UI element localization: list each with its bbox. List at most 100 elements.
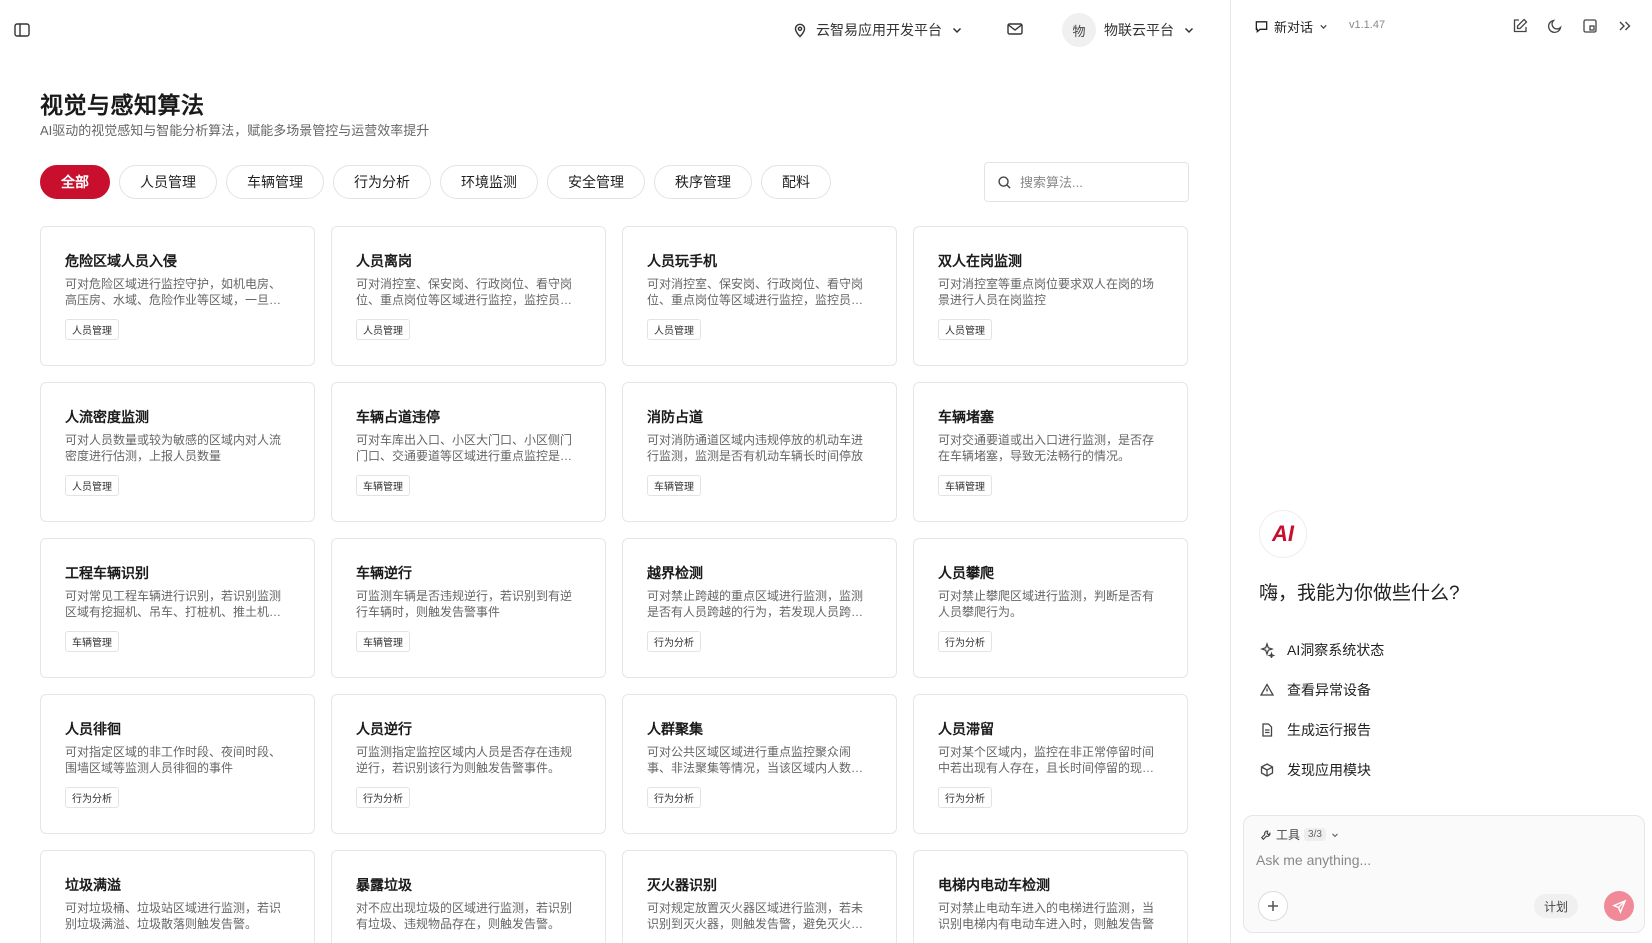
algorithm-card-title: 人流密度监测 xyxy=(65,409,149,425)
moon-icon[interactable] xyxy=(1546,17,1564,35)
account-menu[interactable]: 物 物联云平台 xyxy=(1062,13,1196,47)
category-tag: 行为分析 xyxy=(356,787,410,808)
tools-label: 工具 xyxy=(1276,828,1301,842)
suggestion-item[interactable]: 查看异常设备 xyxy=(1259,670,1384,710)
algorithm-card-title: 人员离岗 xyxy=(356,253,412,269)
algorithm-card[interactable]: 灭火器识别 可对规定放置灭火器区域进行监测，若未识别到灭火器，则触发告警，避免灭火… xyxy=(622,850,897,943)
suggestion-item[interactable]: 发现应用模块 xyxy=(1259,750,1384,790)
algorithm-card[interactable]: 暴露垃圾对不应出现垃圾的区域进行监测，若识别有垃圾、违规物品存在，则触发告警。环… xyxy=(331,850,606,943)
wrench-icon xyxy=(1260,830,1271,840)
collapse-panel-icon[interactable] xyxy=(1616,17,1634,35)
algorithm-card-description: 可监测指定监控区域内人员是否存在违规逆行，若识别该行为则触发告警事件。 xyxy=(356,745,573,775)
algorithm-card-title: 越界检测 xyxy=(647,565,703,581)
algorithm-card[interactable]: 人员玩手机 可对消控室、保安岗、行政岗位、看守岗位、重点岗位等区域进行监控，监控员… xyxy=(622,226,897,366)
algorithm-card[interactable]: 人员逆行可监测指定监控区域内人员是否存在违规逆行，若识别该行为则触发告警事件。行… xyxy=(331,694,606,834)
filter-chip[interactable]: 安全管理 xyxy=(547,165,645,199)
algorithm-card[interactable]: 电梯内电动车检测 可对禁止电动车进入的电梯进行监测，当识别电梯内有电动车进入时，则… xyxy=(913,850,1188,943)
algorithm-card-title: 双人在岗监测 xyxy=(938,253,1022,269)
plan-button[interactable]: 计划 xyxy=(1534,894,1579,918)
filter-chip[interactable]: 秩序管理 xyxy=(654,165,752,199)
algorithm-card[interactable]: 消防占道 可对消防通道区域内违规停放的机动车进行监测，监测是否有机动车辆长时间停放… xyxy=(622,382,897,522)
algorithm-card-description: 可对常见工程车辆进行识别，若识别监测区域有挖掘机、吊车、打桩机、推土机等工程车辆… xyxy=(65,589,282,619)
chevron-down-icon xyxy=(1184,27,1194,34)
suggestion-label: 生成运行报告 xyxy=(1287,722,1371,738)
filter-chip-all[interactable]: 全部 xyxy=(40,165,110,199)
send-button[interactable] xyxy=(1604,891,1634,921)
algorithm-card-title: 暴露垃圾 xyxy=(356,877,412,893)
category-tag: 行为分析 xyxy=(938,787,992,808)
suggestion-list: AI洞察系统状态 查看异常设备 生成运行报告 发现应用模块 xyxy=(1259,630,1384,790)
platform-name: 云智易应用开发平台 xyxy=(816,22,942,38)
chevron-down-icon xyxy=(1320,24,1327,29)
algorithm-card[interactable]: 人群聚集可对公共区域区域进行重点监控聚众闹事、非法聚集等情况，当该区域内人数超过… xyxy=(622,694,897,834)
algorithm-card-description: 可对车库出入口、小区大门口、小区侧门门口、交通要道等区域进行重点监控是否有车辆违… xyxy=(356,433,573,463)
filter-chip[interactable]: 行为分析 xyxy=(333,165,431,199)
chevron-down-icon xyxy=(1332,833,1338,837)
filter-chip[interactable]: 配料 xyxy=(761,165,831,199)
tools-dropdown[interactable]: 工具 3/3 xyxy=(1260,826,1340,843)
algorithm-card[interactable]: 人流密度监测可对人员数量或较为敏感的区域内对人流密度进行估测，上报人员数量人员管… xyxy=(40,382,315,522)
algorithm-card-title: 垃圾满溢 xyxy=(65,877,121,893)
app-root: 云智易应用开发平台 物 物联云平台 视觉与感知算法 AI驱动的视觉感知与智能分析… xyxy=(0,0,1652,943)
algorithm-card-description: 可监测车辆是否违规逆行，若识别到有逆行车辆时，则触发告警事件 xyxy=(356,589,573,619)
algorithm-card-description: 可对禁止攀爬区域进行监测，判断是否有人员攀爬行为。 xyxy=(938,589,1155,619)
filter-chip[interactable]: 环境监测 xyxy=(440,165,538,199)
category-tag: 人员管理 xyxy=(65,475,119,496)
category-tag: 行为分析 xyxy=(65,787,119,808)
algorithm-card-description: 可对人员数量或较为敏感的区域内对人流密度进行估测，上报人员数量 xyxy=(65,433,282,463)
algorithm-card[interactable]: 人员攀爬 可对禁止攀爬区域进行监测，判断是否有人员攀爬行为。 行为分析 xyxy=(913,538,1188,678)
category-tag: 人员管理 xyxy=(647,319,701,340)
algorithm-card[interactable]: 双人在岗监测 可对消控室等重点岗位要求双人在岗的场景进行人员在岗监控 人员管理 xyxy=(913,226,1188,366)
algorithm-card[interactable]: 越界检测可对禁止跨越的重点区域进行监测，监测是否有人员跨越的行为，若发现人员跨越… xyxy=(622,538,897,678)
algorithm-card-description: 可对禁止跨越的重点区域进行监测，监测是否有人员跨越的行为，若发现人员跨越则触发告… xyxy=(647,589,864,619)
platform-select[interactable]: 云智易应用开发平台 xyxy=(792,18,964,42)
edit-icon[interactable] xyxy=(1511,17,1529,35)
suggestion-label: AI洞察系统状态 xyxy=(1287,642,1385,658)
algorithm-card[interactable]: 工程车辆识别可对常见工程车辆进行识别，若识别监测区域有挖掘机、吊车、打桩机、推土… xyxy=(40,538,315,678)
algorithm-card-title: 人员逆行 xyxy=(356,721,412,737)
page-subtitle: AI驱动的视觉感知与智能分析算法，赋能多场景管控与运营效率提升 xyxy=(40,123,430,138)
sidebar-toggle-icon[interactable] xyxy=(13,21,31,39)
algorithm-card[interactable]: 人员离岗 可对消控室、保安岗、行政岗位、看守岗位、重点岗位等区域进行监控，监控员工… xyxy=(331,226,606,366)
algorithm-card[interactable]: 车辆占道违停可对车库出入口、小区大门口、小区侧门门口、交通要道等区域进行重点监控… xyxy=(331,382,606,522)
algorithm-card-title: 车辆占道违停 xyxy=(356,409,440,425)
algorithm-card-description: 可对某个区域内，监控在非正常停留时间中若出现有人存在，且长时间停留的现象则触发告… xyxy=(938,745,1155,775)
search-input[interactable] xyxy=(1020,174,1180,190)
suggestion-item[interactable]: 生成运行报告 xyxy=(1259,710,1384,750)
algorithm-card[interactable]: 车辆逆行 可监测车辆是否违规逆行，若识别到有逆行车辆时，则触发告警事件 车辆管理 xyxy=(331,538,606,678)
algorithm-card[interactable]: 车辆堵塞 可对交通要道或出入口进行监测，是否存在车辆堵塞，导致无法畅行的情况。 车辆… xyxy=(913,382,1188,522)
algorithm-card[interactable]: 人员滞留 可对某个区域内，监控在非正常停留时间中若出现有人存在，且长时间停留的现象… xyxy=(913,694,1188,834)
algorithm-card-title: 人群聚集 xyxy=(647,721,703,737)
algorithm-card[interactable]: 垃圾满溢可对垃圾桶、垃圾站区域进行监测，若识别垃圾满溢、垃圾散落则触发告警。环境… xyxy=(40,850,315,943)
document-icon xyxy=(1262,723,1273,737)
mail-icon[interactable] xyxy=(1006,20,1024,38)
algorithm-card[interactable]: 人员徘徊 可对指定区域的非工作时段、夜间时段、围墙区域等监测人员徘徊的事件 行为分析 xyxy=(40,694,315,834)
algorithm-card-title: 危险区域人员入侵 xyxy=(65,253,177,269)
ai-logo: AI xyxy=(1259,510,1307,558)
algorithm-card-title: 电梯内电动车检测 xyxy=(938,877,1050,893)
algorithm-card-grid: 危险区域人员入侵 可对危险区域进行监控守护，如机电房、高压房、水域、危险作业等区域… xyxy=(40,226,1188,943)
suggestion-label: 发现应用模块 xyxy=(1287,762,1371,778)
algorithm-card-title: 工程车辆识别 xyxy=(65,565,149,581)
new-chat-label: 新对话 xyxy=(1274,20,1314,35)
suggestion-item[interactable]: AI洞察系统状态 xyxy=(1259,630,1384,670)
category-tag: 车辆管理 xyxy=(356,475,410,496)
filter-chip[interactable]: 人员管理 xyxy=(119,165,217,199)
algorithm-card[interactable]: 危险区域人员入侵 可对危险区域进行监控守护，如机电房、高压房、水域、危险作业等区域… xyxy=(40,226,315,366)
layout-icon[interactable] xyxy=(1581,17,1599,35)
new-chat-dropdown[interactable]: 新对话 xyxy=(1254,17,1329,36)
filter-chip[interactable]: 车辆管理 xyxy=(226,165,324,199)
algorithm-card-description: 可对消控室等重点岗位要求双人在岗的场景进行人员在岗监控 xyxy=(938,277,1155,307)
category-tag: 车辆管理 xyxy=(356,631,410,652)
chat-input[interactable] xyxy=(1256,852,1626,880)
algorithm-card-title: 人员玩手机 xyxy=(647,253,717,269)
algorithm-card-description: 对不应出现垃圾的区域进行监测，若识别有垃圾、违规物品存在，则触发告警。 xyxy=(356,901,573,931)
algorithm-card-title: 车辆堵塞 xyxy=(938,409,994,425)
category-tag: 人员管理 xyxy=(65,319,119,340)
category-tag: 人员管理 xyxy=(356,319,410,340)
sparkle-icon xyxy=(1260,642,1275,658)
category-tag: 行为分析 xyxy=(647,787,701,808)
tools-count-badge: 3/3 xyxy=(1304,828,1326,841)
add-attachment-button[interactable] xyxy=(1258,891,1288,921)
chevron-down-icon xyxy=(952,27,962,34)
